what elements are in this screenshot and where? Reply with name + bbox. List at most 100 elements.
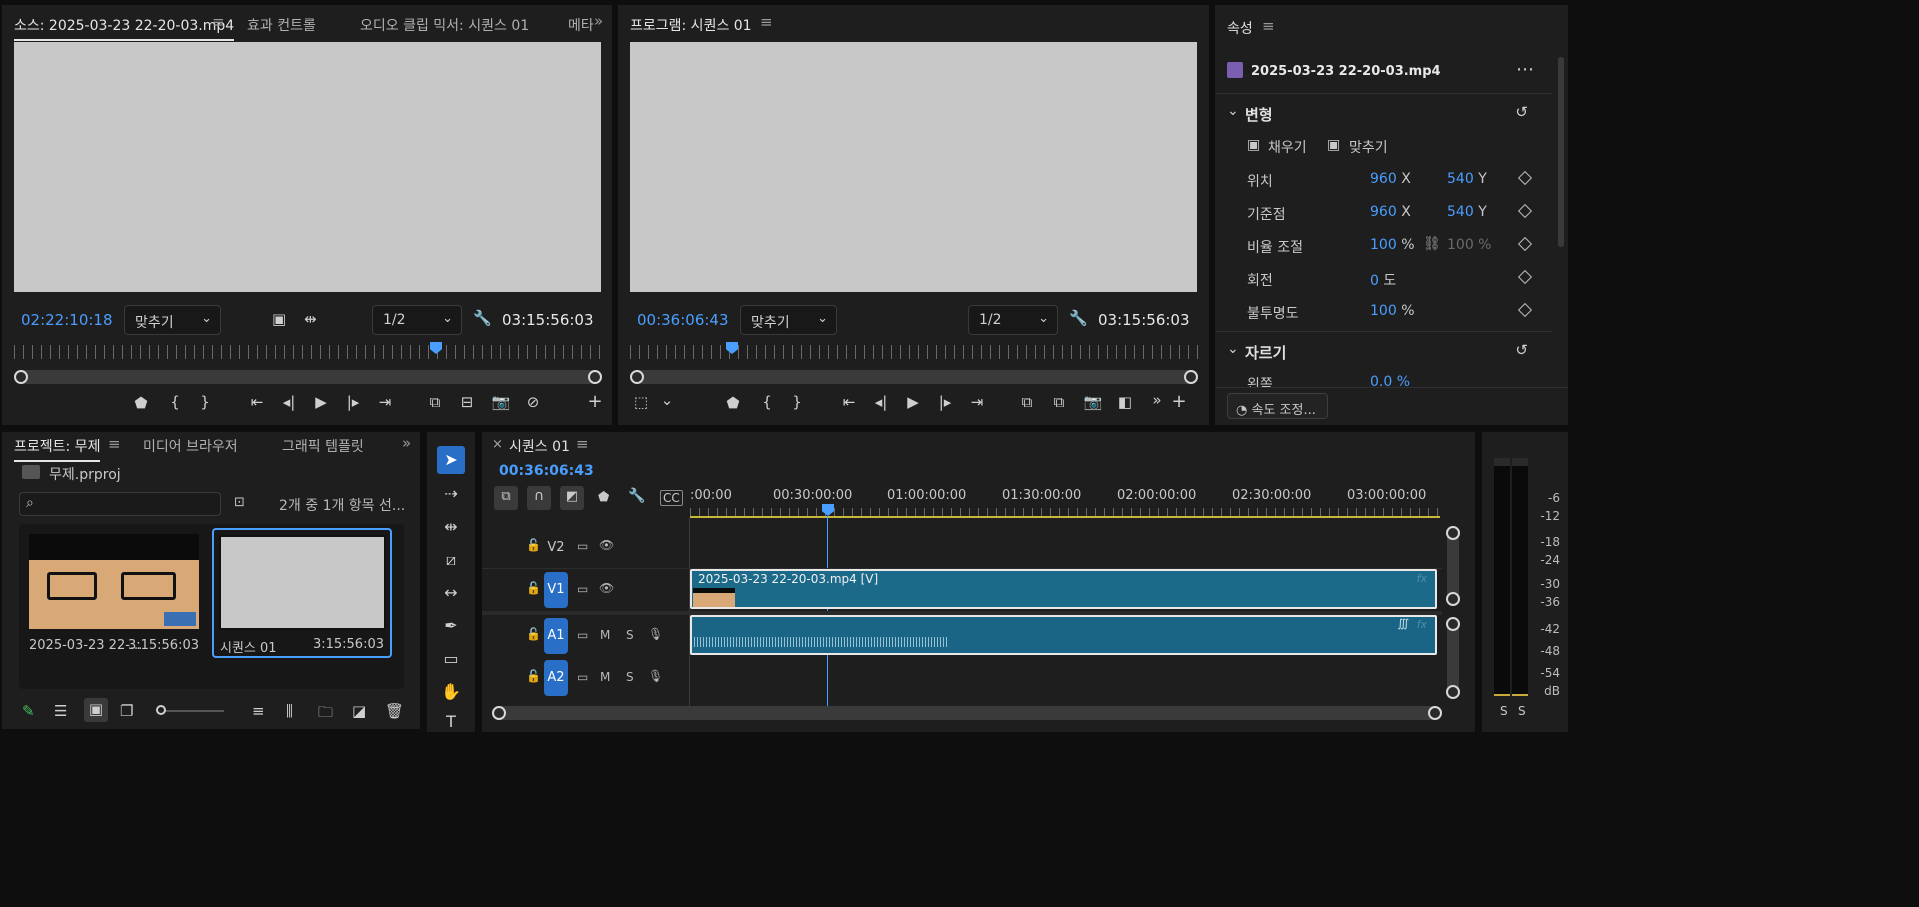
project-item-video[interactable]: 2025-03-23 22-... 3:15:56:03 [29, 534, 199, 659]
program-resolution-dropdown[interactable]: 1/2 ⌄ [968, 305, 1058, 335]
scroll-handle-right[interactable] [1184, 370, 1198, 384]
add-marker-icon[interactable]: ⬟ [598, 490, 609, 505]
export-frame-icon[interactable]: 📷 [490, 393, 512, 411]
overflow-icon[interactable]: » [1146, 391, 1168, 409]
track-a1-target[interactable]: A1 [544, 618, 568, 654]
scroll-handle-top[interactable] [1446, 526, 1460, 540]
property-value[interactable]: 100 % [1370, 237, 1415, 253]
audio-clip[interactable]: fx ∭ [690, 615, 1437, 655]
list-view-icon[interactable]: ☰ [54, 702, 67, 720]
play-icon[interactable]: ▶ [310, 393, 332, 411]
go-to-out-icon[interactable]: ⇥ [966, 393, 988, 411]
property-value[interactable]: 100 % [1370, 303, 1415, 319]
ripple-edit-tool-icon[interactable]: ⇹ [437, 513, 465, 541]
program-preview[interactable] [630, 42, 1197, 292]
pen-tool-icon[interactable]: ✒ [437, 612, 465, 640]
lift-icon[interactable]: ⧉ [1016, 393, 1038, 411]
step-back-icon[interactable]: ◂| [278, 393, 300, 411]
timeline-tab[interactable]: 시퀀스 01 [509, 436, 570, 456]
keyframe-toggle-icon[interactable] [1517, 236, 1533, 252]
audio-tracks-vscroll[interactable] [1446, 617, 1460, 699]
rectangle-tool-icon[interactable]: ▭ [437, 645, 465, 673]
insert-nest-icon[interactable]: ⧉ [494, 486, 518, 510]
trash-icon[interactable]: 🗑 [385, 702, 404, 720]
tab-media-browser[interactable]: 미디어 브라우저 [143, 436, 238, 456]
mark-out-icon[interactable]: } [786, 393, 808, 411]
value-number[interactable]: 960 [1370, 204, 1397, 220]
step-back-icon[interactable]: ◂| [870, 393, 892, 411]
settings-wrench-icon[interactable]: 🔧 [628, 488, 645, 504]
zoom-slider[interactable] [156, 705, 224, 715]
sync-lock-icon[interactable]: ▭ [577, 582, 588, 596]
properties-scrollbar[interactable] [1558, 57, 1564, 247]
value-number[interactable]: 540 [1447, 171, 1474, 187]
tab-program[interactable]: 프로그램: 시퀀스 01 [630, 15, 752, 35]
timeline-time-ruler[interactable] [690, 508, 1440, 516]
sync-lock-icon[interactable]: ▭ [577, 628, 588, 642]
keyframe-toggle-icon[interactable] [1517, 203, 1533, 219]
lock-icon[interactable]: 🔓 [526, 581, 541, 595]
sync-lock-icon[interactable]: ▭ [577, 670, 588, 684]
eye-icon[interactable]: 👁 [599, 538, 614, 552]
timeline-hscroll[interactable] [492, 706, 1442, 720]
keyframe-toggle-icon[interactable] [1517, 269, 1533, 285]
sync-lock-icon[interactable]: ▭ [577, 539, 588, 553]
track-v1-target[interactable]: V1 [544, 572, 568, 608]
source-fit-dropdown[interactable]: 맞추기 ⌄ [124, 305, 221, 335]
add-marker-icon[interactable]: ⬟ [722, 394, 744, 412]
zoom-slider-handle[interactable] [156, 705, 166, 715]
property-value[interactable]: 540 Y [1447, 171, 1487, 187]
tab-menu-icon[interactable]: ≡ [760, 13, 773, 31]
razor-tool-icon[interactable]: ⧄ [437, 546, 465, 574]
transform-frame-icon[interactable]: ⬚ [630, 393, 652, 411]
freeform-view-icon[interactable]: ❐ [120, 702, 133, 720]
export-frame-icon[interactable]: 📷 [1082, 393, 1104, 411]
property-value[interactable]: 540 Y [1447, 204, 1487, 220]
tab-metadata[interactable]: 메타 [568, 15, 594, 35]
value-number[interactable]: 100 [1370, 303, 1397, 319]
scroll-handle-left[interactable] [630, 370, 644, 384]
mark-out-icon[interactable]: } [194, 393, 216, 411]
close-icon[interactable]: × [492, 437, 503, 452]
source-time-ruler[interactable] [14, 345, 602, 359]
value-number[interactable]: 960 [1370, 171, 1397, 187]
property-value[interactable]: 960 X [1370, 171, 1411, 187]
chevron-down-icon[interactable]: ⌄ [1227, 103, 1239, 119]
project-item-sequence[interactable]: 시퀀스 01 3:15:56:03 [212, 528, 392, 658]
fit-frame-icon[interactable]: ▣ [1327, 137, 1340, 153]
tab-audio-clip-mixer[interactable]: 오디오 클립 믹서: 시퀀스 01 [360, 15, 529, 35]
lock-icon[interactable]: 🔓 [526, 538, 541, 552]
mark-in-icon[interactable]: { [164, 393, 186, 411]
work-area-bar[interactable] [690, 516, 1440, 518]
lock-icon[interactable]: 🔓 [526, 627, 541, 641]
drag-video-icon[interactable]: ⇹ [304, 310, 317, 328]
captions-icon[interactable]: CC [660, 490, 683, 506]
tab-effect-controls[interactable]: 효과 컨트롤 [247, 15, 316, 35]
go-to-in-icon[interactable]: ⇤ [246, 393, 268, 411]
search-input[interactable]: ⌕ [19, 492, 221, 516]
property-value[interactable]: 0 도 [1370, 270, 1396, 290]
keyframe-toggle-icon[interactable] [1517, 302, 1533, 318]
track-v2-label[interactable]: V2 [544, 540, 568, 555]
pencil-icon[interactable]: ✎ [22, 702, 35, 720]
fill-button[interactable]: 채우기 [1268, 137, 1307, 157]
property-value[interactable]: 960 X [1370, 204, 1411, 220]
find-icon[interactable]: ⊡ [234, 495, 245, 510]
automate-sequence-icon[interactable]: ⫼ [286, 702, 293, 720]
go-to-in-icon[interactable]: ⇤ [838, 393, 860, 411]
slip-tool-icon[interactable]: ↔ [437, 579, 465, 607]
step-forward-icon[interactable]: |▸ [342, 393, 364, 411]
program-zoom-scrollbar[interactable] [630, 370, 1198, 384]
value-number[interactable]: 0 [1370, 273, 1379, 289]
mute-button[interactable]: M [600, 670, 610, 684]
mark-in-icon[interactable]: { [756, 393, 778, 411]
tab-menu-icon[interactable]: ≡ [576, 435, 589, 453]
more-options-icon[interactable]: ⋯ [1516, 59, 1534, 80]
tab-menu-icon[interactable]: ≡ [212, 13, 225, 31]
solo-left-button[interactable]: S [1500, 704, 1508, 718]
chevron-down-icon[interactable]: ⌄ [656, 391, 678, 409]
video-tracks-vscroll[interactable] [1446, 526, 1460, 606]
program-timecode[interactable]: 00:36:06:43 [637, 311, 729, 329]
play-icon[interactable]: ▶ [902, 393, 924, 411]
link-icon[interactable]: ⛓ [1423, 236, 1441, 252]
